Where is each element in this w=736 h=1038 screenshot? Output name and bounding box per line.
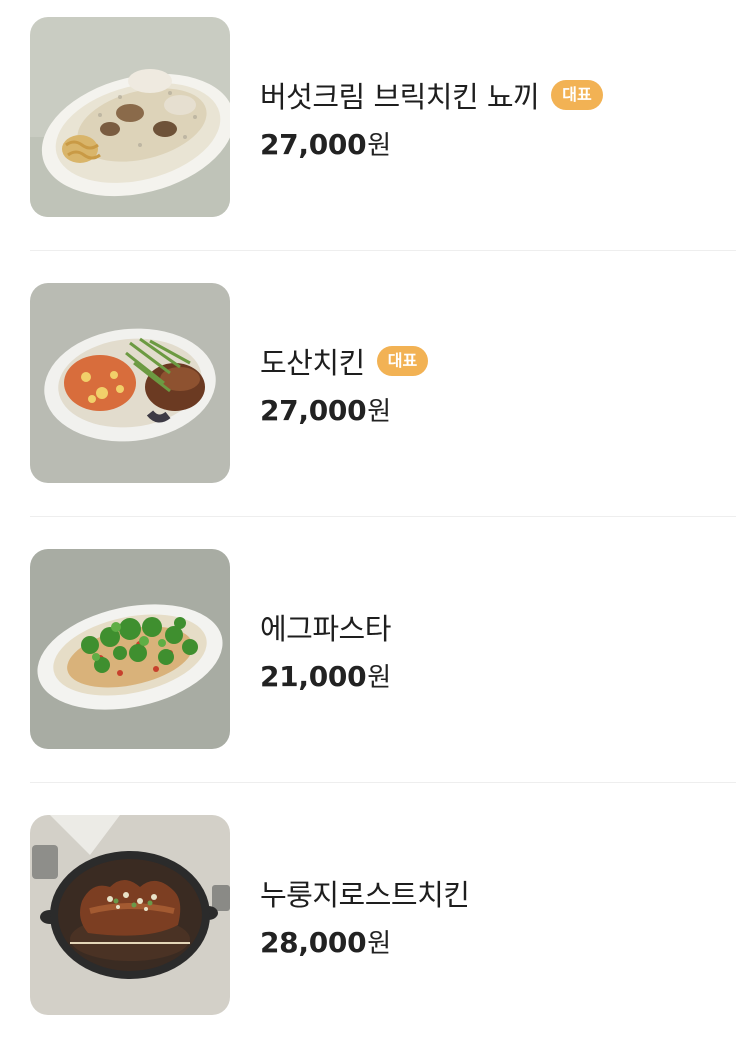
menu-item-price: 21,000 원 bbox=[260, 657, 391, 694]
menu-item-photo bbox=[30, 17, 230, 217]
menu-item-info: 에그파스타 21,000 원 bbox=[260, 550, 391, 750]
menu-item-price: 28,000 원 bbox=[260, 923, 469, 960]
price-value: 21,000 bbox=[260, 659, 367, 693]
food-photo-gnocchi bbox=[30, 17, 230, 217]
menu-item-photo bbox=[30, 815, 230, 1015]
signature-badge: 대표 bbox=[551, 79, 603, 110]
item-divider bbox=[30, 516, 736, 517]
menu-item-info: 누룽지로스트치킨 28,000 원 bbox=[260, 816, 470, 1016]
menu-item-name-row: 버섯크림 브릭치킨 뇨끼 대표 bbox=[260, 75, 603, 115]
menu-item-price: 27,000 원 bbox=[260, 125, 603, 162]
price-value: 27,000 bbox=[260, 393, 367, 427]
food-photo-roast-chicken bbox=[30, 815, 230, 1015]
price-currency: 원 bbox=[367, 928, 392, 959]
menu-item-price: 27,000 원 bbox=[260, 391, 428, 428]
menu-item-name-row: 누룽지로스트치킨 bbox=[260, 873, 470, 913]
signature-badge: 대표 bbox=[376, 345, 429, 376]
food-photo-dosan-chicken bbox=[30, 283, 230, 483]
menu-item-name-row: 에그파스타 bbox=[260, 607, 391, 647]
item-divider bbox=[30, 250, 736, 251]
price-currency: 원 bbox=[367, 662, 392, 693]
menu-list: 버섯크림 브릭치킨 뇨끼 대표 27,000 원 도산치킨 대표 27,000 … bbox=[0, 0, 736, 1038]
menu-item-info: 도산치킨 대표 27,000 원 bbox=[260, 284, 429, 484]
price-currency: 원 bbox=[367, 396, 392, 427]
menu-item-photo bbox=[30, 549, 230, 749]
menu-item-name: 버섯크림 브릭치킨 뇨끼 bbox=[260, 79, 540, 114]
menu-item-nurungji-roast-chicken[interactable]: 누룽지로스트치킨 28,000 원 bbox=[30, 815, 736, 1015]
menu-item-mushroom-cream-chicken-gnocchi[interactable]: 버섯크림 브릭치킨 뇨끼 대표 27,000 원 bbox=[30, 17, 736, 217]
menu-item-photo bbox=[30, 283, 230, 483]
item-divider bbox=[30, 782, 736, 783]
price-currency: 원 bbox=[367, 130, 392, 161]
food-photo-egg-pasta bbox=[30, 549, 230, 749]
menu-item-name: 누룽지로스트치킨 bbox=[260, 877, 470, 912]
menu-item-name-row: 도산치킨 대표 bbox=[260, 341, 429, 381]
menu-item-name: 도산치킨 bbox=[260, 345, 365, 380]
menu-item-name: 에그파스타 bbox=[260, 611, 391, 646]
menu-item-egg-pasta[interactable]: 에그파스타 21,000 원 bbox=[30, 549, 736, 749]
price-value: 28,000 bbox=[260, 925, 367, 959]
price-value: 27,000 bbox=[260, 127, 367, 161]
menu-item-info: 버섯크림 브릭치킨 뇨끼 대표 27,000 원 bbox=[260, 18, 603, 218]
menu-item-dosan-chicken[interactable]: 도산치킨 대표 27,000 원 bbox=[30, 283, 736, 483]
